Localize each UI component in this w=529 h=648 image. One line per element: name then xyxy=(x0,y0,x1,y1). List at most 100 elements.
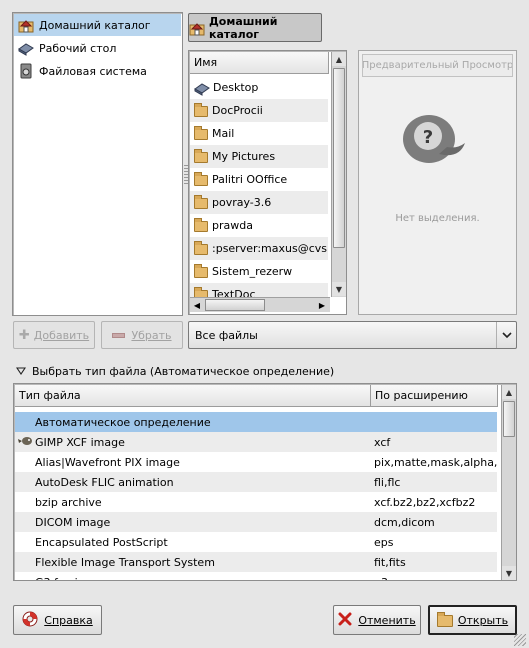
preview-empty-text: Нет выделения. xyxy=(359,213,516,224)
preview-title: Предварительный Просмотр xyxy=(362,54,513,77)
scroll-down-arrow[interactable]: ▼ xyxy=(332,282,346,296)
filetype-ext: fli,flc xyxy=(374,475,401,489)
file-row[interactable]: :pserver:maxus@cvs.gi xyxy=(190,237,328,260)
cancel-button[interactable]: Отменить xyxy=(333,605,421,635)
file-row[interactable]: povray-3.6 xyxy=(190,191,328,214)
filetype-ext-header-label: По расширению xyxy=(375,389,468,402)
help-button[interactable]: Справка xyxy=(13,605,102,635)
filetype-row[interactable]: Flexible Image Transport System fit,fits xyxy=(15,552,497,572)
file-row[interactable]: Palitri OOffice xyxy=(190,168,328,191)
path-button-label: Домашний каталог xyxy=(209,14,278,41)
file-row[interactable]: Mail xyxy=(190,122,328,145)
filetype-ext: fit,fits xyxy=(374,555,406,569)
file-row[interactable]: My Pictures xyxy=(190,145,328,168)
filetype-name: Alias|Wavefront PIX image xyxy=(35,455,180,469)
file-row[interactable]: prawda xyxy=(190,214,328,237)
scroll-left-arrow[interactable]: ◀ xyxy=(190,298,204,312)
scroll-right-arrow[interactable]: ▶ xyxy=(315,298,329,312)
scroll-thumb[interactable] xyxy=(503,401,515,437)
file-name: Desktop xyxy=(213,81,259,94)
question-icon: ? xyxy=(399,109,469,170)
desktop-icon xyxy=(194,80,210,96)
remove-icon xyxy=(112,332,126,338)
filetype-ext-header[interactable]: По расширению xyxy=(371,385,498,407)
svg-text:?: ? xyxy=(423,127,433,148)
filesystem-icon xyxy=(18,63,34,79)
file-name: Sistem_rezerw xyxy=(212,265,293,278)
filetype-row[interactable]: Encapsulated PostScript eps xyxy=(15,532,497,552)
folder-icon xyxy=(194,172,208,186)
desktop-icon xyxy=(18,40,34,56)
file-list-name-header-label: Имя xyxy=(194,56,218,69)
expander-arrow-icon xyxy=(15,365,27,378)
folder-icon xyxy=(194,218,208,232)
filetype-ext: dcm,dicom xyxy=(374,515,435,529)
filetype-type-header-label: Тип файла xyxy=(19,389,81,402)
filetype-ext: pix,matte,mask,alpha,als xyxy=(374,455,497,469)
places-item-home[interactable]: Домашний каталог xyxy=(14,14,181,36)
file-name: DocProcii xyxy=(212,104,263,117)
filetype-row[interactable]: G3 fax image g3 xyxy=(15,572,497,581)
add-bookmark-button[interactable]: ✚ Добавить xyxy=(13,321,95,349)
preview-empty-text-label: Нет выделения. xyxy=(395,213,480,224)
filetype-name: AutoDesk FLIC animation xyxy=(35,475,174,489)
add-bookmark-label: Добавить xyxy=(33,328,90,342)
filetype-expander-label: Выбрать тип файла (Автоматическое опреде… xyxy=(32,364,335,378)
folder-open-icon xyxy=(436,612,453,627)
places-item-filesystem[interactable]: Файловая система xyxy=(14,60,181,82)
filetype-row[interactable]: GIMP XCF image xcf xyxy=(15,432,497,452)
filetype-row[interactable]: DICOM image dcm,dicom xyxy=(15,512,497,532)
cancel-x-icon xyxy=(338,612,352,629)
add-icon: ✚ xyxy=(18,327,30,343)
filetype-row[interactable]: bzip archive xcf.bz2,bz2,xcfbz2 xyxy=(15,492,497,512)
file-name: :pserver:maxus@cvs.gi xyxy=(212,242,328,255)
scroll-up-arrow[interactable]: ▲ xyxy=(332,52,346,66)
places-item-label: Рабочий стол xyxy=(39,41,117,55)
scroll-up-arrow[interactable]: ▲ xyxy=(502,385,516,399)
places-item-label: Домашний каталог xyxy=(39,18,151,32)
resize-grip[interactable] xyxy=(514,634,526,646)
chevron-down-icon xyxy=(496,322,516,348)
file-name: Palitri OOffice xyxy=(212,173,288,186)
folder-icon xyxy=(194,264,208,278)
filetype-ext: g3 xyxy=(371,576,497,581)
filetype-name: bzip archive xyxy=(35,495,102,509)
filetype-name: Автоматическое определение xyxy=(35,415,211,429)
file-row[interactable]: DocProcii xyxy=(190,99,328,122)
cancel-label: Отменить xyxy=(358,613,416,627)
filetype-ext: xcf.bz2,bz2,xcfbz2 xyxy=(374,495,476,509)
filetype-expander[interactable]: Выбрать тип файла (Автоматическое опреде… xyxy=(15,363,335,379)
file-name: Mail xyxy=(212,127,235,140)
help-label: Справка xyxy=(44,613,93,627)
preview-pane: Предварительный Просмотр ? Нет выделения… xyxy=(358,50,517,315)
places-item-desktop[interactable]: Рабочий стол xyxy=(14,37,181,59)
file-filter-select[interactable]: Все файлы xyxy=(188,321,517,349)
filetype-type-header[interactable]: Тип файла xyxy=(15,385,371,407)
filetype-name: DICOM image xyxy=(35,515,111,529)
home-folder-icon xyxy=(189,20,205,36)
file-row[interactable]: Sistem_rezerw xyxy=(190,260,328,283)
hscroll-thumb[interactable] xyxy=(205,299,265,311)
filetype-row[interactable]: AutoDesk FLIC animation fli,flc xyxy=(15,472,497,492)
preview-title-label: Предварительный Просмотр xyxy=(362,60,513,71)
path-button-home[interactable]: Домашний каталог xyxy=(188,13,322,42)
remove-bookmark-label: Убрать xyxy=(131,328,172,342)
filetype-table: Тип файла По расширению Автоматическое о… xyxy=(13,383,517,581)
filetype-ext: xcf xyxy=(374,435,391,449)
scroll-down-arrow[interactable]: ▼ xyxy=(502,566,516,580)
file-list-name-header[interactable]: Имя xyxy=(190,52,329,74)
file-list-vscrollbar[interactable]: ▲ ▼ xyxy=(331,52,346,297)
folder-icon xyxy=(194,126,208,140)
filetype-row[interactable]: Автоматическое определение xyxy=(15,412,497,432)
scroll-thumb[interactable] xyxy=(333,68,345,248)
filetype-name: Flexible Image Transport System xyxy=(35,555,215,569)
file-list-hscrollbar[interactable]: ◀ ▶ xyxy=(190,297,330,312)
folder-icon xyxy=(194,241,208,255)
filetype-name: G3 fax image xyxy=(35,576,109,581)
remove-bookmark-button[interactable]: Убрать xyxy=(101,321,183,349)
filetype-vscrollbar[interactable]: ▲ ▼ xyxy=(501,385,516,580)
filetype-row[interactable]: Alias|Wavefront PIX image pix,matte,mask,… xyxy=(15,452,497,472)
file-row[interactable]: Desktop xyxy=(190,76,328,99)
lifebuoy-icon xyxy=(22,611,38,630)
open-button[interactable]: Открыть xyxy=(428,605,517,635)
